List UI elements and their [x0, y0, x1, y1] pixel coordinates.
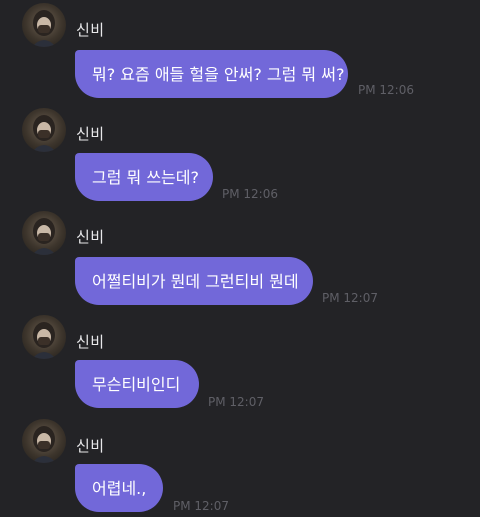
message-bubble[interactable]: 뭐? 요즘 애들 헐을 안써? 그럼 뭐 써?	[75, 50, 348, 98]
message-bubble[interactable]: 어쩔티비가 뭔데 그런티비 뭔데	[75, 257, 313, 305]
message-timestamp: PM 12:07	[322, 291, 378, 305]
avatar[interactable]	[22, 108, 66, 152]
profile-photo-icon	[32, 218, 56, 255]
profile-photo-icon	[32, 115, 56, 152]
sender-name: 신비	[76, 437, 105, 455]
sender-name: 신비	[76, 228, 105, 246]
avatar[interactable]	[22, 3, 66, 47]
sender-name: 신비	[76, 125, 105, 143]
message-bubble[interactable]: 어렵네.,	[75, 464, 163, 512]
sender-name: 신비	[76, 21, 105, 39]
message-timestamp: PM 12:06	[222, 187, 278, 201]
message-bubble[interactable]: 무슨티비인디	[75, 360, 199, 408]
message-timestamp: PM 12:07	[173, 499, 229, 513]
message-timestamp: PM 12:07	[208, 395, 264, 409]
profile-photo-icon	[32, 426, 56, 463]
sender-name: 신비	[76, 333, 105, 351]
avatar[interactable]	[22, 419, 66, 463]
message-bubble[interactable]: 그럼 뭐 쓰는데?	[75, 153, 213, 201]
profile-photo-icon	[32, 322, 56, 359]
message-timestamp: PM 12:06	[358, 83, 414, 97]
profile-photo-icon	[32, 10, 56, 47]
avatar[interactable]	[22, 315, 66, 359]
avatar[interactable]	[22, 211, 66, 255]
